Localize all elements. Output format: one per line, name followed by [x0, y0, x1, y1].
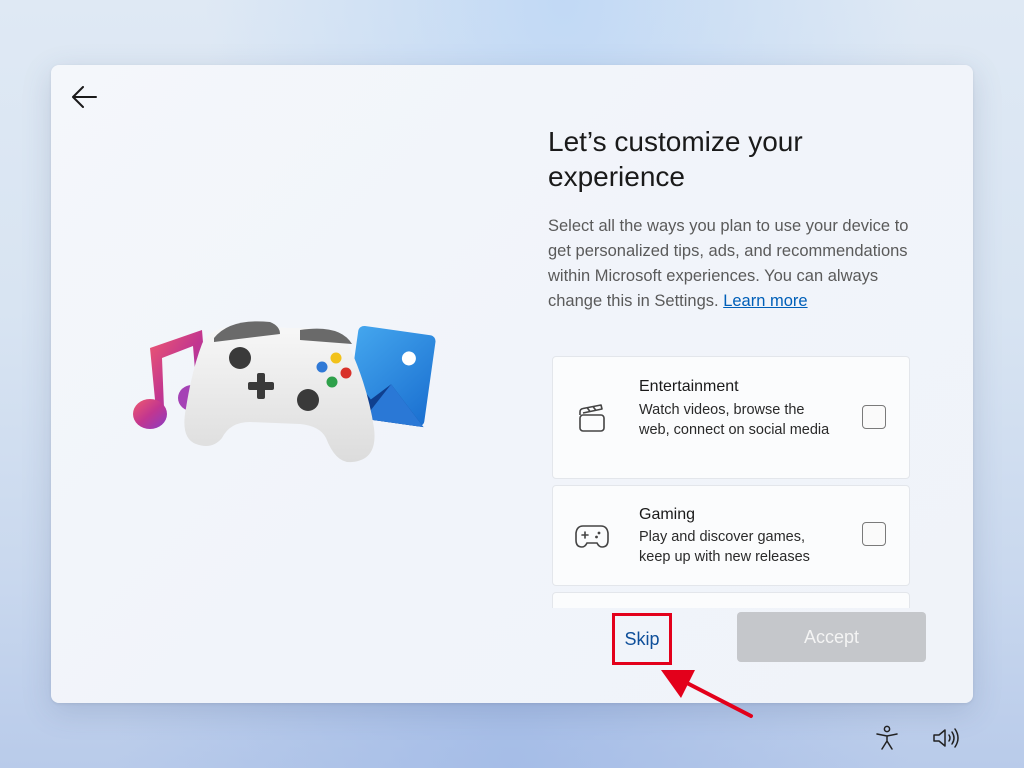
volume-button[interactable] [931, 723, 961, 753]
entertainment-checkbox[interactable] [862, 405, 886, 429]
option-entertainment[interactable]: Entertainment Watch videos, browse the w… [552, 356, 910, 479]
gamepad-icon [575, 519, 609, 553]
page-description: Select all the ways you plan to use your… [548, 214, 933, 314]
page-title: Let’s customize your experience [548, 126, 803, 192]
gaming-checkbox[interactable] [862, 522, 886, 546]
accessibility-icon [876, 725, 898, 750]
learn-more-link[interactable]: Learn more [723, 292, 807, 310]
skip-button[interactable]: Skip [614, 615, 670, 663]
option-gaming[interactable]: Gaming Play and discover games, keep up … [552, 485, 910, 586]
option-title: Entertainment [639, 378, 739, 395]
option-description: Watch videos, browse the web, connect on… [639, 402, 830, 438]
option-title: Gaming [639, 506, 696, 523]
option-description: Play and discover games, keep up with ne… [639, 529, 810, 565]
clapperboard-icon [575, 401, 609, 435]
back-button[interactable] [66, 80, 102, 114]
hero-illustration [133, 321, 436, 463]
usage-options-list: Entertainment Watch videos, browse the w… [552, 356, 910, 608]
accessibility-button[interactable] [872, 723, 902, 753]
arrow-left-icon [72, 86, 97, 108]
option-next-partial[interactable] [552, 592, 910, 608]
volume-icon [933, 728, 959, 748]
gamepad-illustration [184, 321, 375, 463]
accept-button[interactable]: Accept [737, 612, 926, 662]
